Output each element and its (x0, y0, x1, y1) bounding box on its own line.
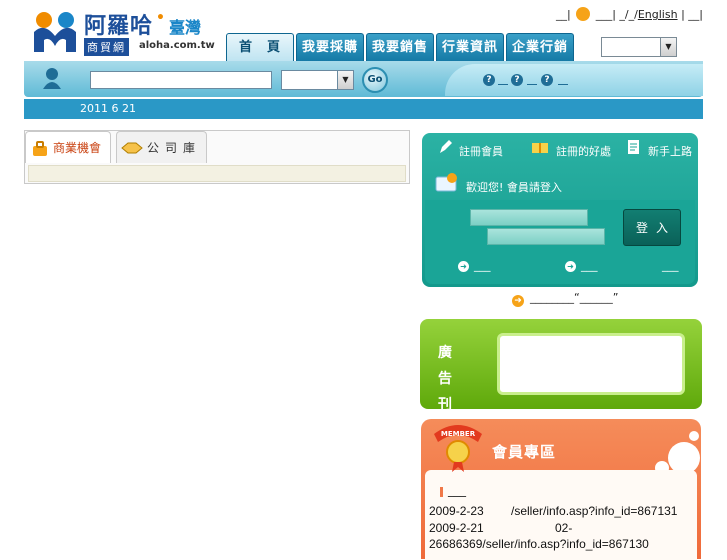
member-header-line[interactable]: ___ (448, 483, 466, 497)
help-icon[interactable]: ? (511, 74, 523, 86)
forgot-link-2[interactable]: ___ (581, 259, 598, 272)
logo-domain: aloha.com.tw (139, 40, 215, 51)
tab-company-directory-label: 公司庫 (147, 141, 202, 155)
chevron-down-icon: ▼ (337, 71, 353, 89)
register-benefits-link[interactable]: 註冊的好處 (556, 143, 611, 159)
member-row-date: 2009-2-21 (429, 521, 484, 535)
english-link[interactable]: English (638, 8, 678, 21)
tab-company-directory[interactable]: 公司庫 (116, 131, 207, 163)
forgot-link-3[interactable]: ___ (662, 259, 679, 272)
current-date: 2011 6 21 (80, 102, 136, 115)
briefcase-icon (33, 141, 47, 156)
logo-dot: • (156, 10, 165, 26)
member-row-date: 2009-2-23 (429, 504, 484, 518)
logo-region: 臺灣 (169, 18, 202, 37)
username-field[interactable] (470, 209, 588, 226)
search-input[interactable] (90, 71, 272, 89)
language-select[interactable]: ▼ (601, 37, 677, 57)
category-select[interactable]: ▼ (281, 70, 354, 90)
member-badge-text: MEMBER (441, 430, 476, 438)
login-button[interactable]: 登入 (623, 209, 681, 246)
tab-sell[interactable]: 我要銷售 (366, 33, 434, 61)
top-link-4: | (681, 8, 685, 21)
tab-business-opportunities-label: 商業機會 (53, 141, 102, 155)
go-button[interactable]: Go (362, 67, 388, 93)
user-search-icon (43, 68, 61, 89)
chevron-down-icon: ▼ (660, 38, 676, 56)
promo-link[interactable]: ➜ ________“______” (512, 291, 618, 307)
member-row-link[interactable]: /seller/info.asp?info_id=867131 (511, 504, 677, 518)
member-row-link[interactable]: 02- (555, 521, 572, 535)
forgot-link-1[interactable]: ___ (474, 259, 491, 272)
top-link-1[interactable]: __| (556, 8, 571, 21)
site-logo[interactable]: 阿羅哈 • 臺灣 商貿網 aloha.com.tw (24, 0, 226, 60)
member-row-link[interactable]: 26686369/seller/info.asp?info_id=867130 (429, 537, 649, 551)
ad-screen (497, 333, 685, 395)
arrow-right-icon: ➜ (458, 261, 469, 272)
top-link-3[interactable]: _/_/ (619, 8, 637, 21)
tab-content-area (28, 165, 406, 182)
arrow-right-icon: ➜ (565, 261, 576, 272)
logo-mark-icon (34, 12, 76, 52)
help-icon[interactable]: ? (483, 74, 495, 86)
member-area-title: 會員專區 (492, 443, 557, 461)
arrow-right-icon: ➜ (512, 295, 524, 307)
register-link[interactable]: 註冊會員 (459, 143, 503, 159)
tab-buy[interactable]: 我要採購 (296, 33, 364, 61)
gift-icon (532, 143, 548, 153)
list-marker (440, 487, 443, 497)
password-field[interactable] (487, 228, 605, 245)
help-link-line[interactable] (527, 84, 537, 85)
logo-subtitle: 商貿網 (84, 38, 129, 56)
help-icon[interactable]: ? (541, 74, 553, 86)
pen-icon (440, 140, 452, 153)
tab-home[interactable]: 首 頁 (226, 33, 294, 61)
top-link-5[interactable]: __| (688, 8, 703, 21)
top-links: __| ___| _/_/English | __| (556, 7, 703, 21)
newbie-guide-link[interactable]: 新手上路 (648, 143, 692, 159)
promo-text: ________“______” (530, 291, 619, 304)
help-link-line[interactable] (558, 84, 568, 85)
handshake-icon (121, 142, 143, 154)
tab-industry-news[interactable]: 行業資訊 (436, 33, 504, 61)
member-badge-icon: MEMBER (434, 425, 482, 472)
help-link-line[interactable] (498, 84, 508, 85)
tab-business-opportunities[interactable]: 商業機會 (25, 131, 111, 163)
top-link-2[interactable]: ___| (596, 8, 616, 21)
logo-name: 阿羅哈 (84, 13, 154, 39)
smile-icon[interactable] (576, 7, 591, 21)
member-card-icon (435, 173, 457, 192)
welcome-text: 歡迎您! 會員請登入 (466, 181, 562, 194)
document-icon (628, 140, 639, 154)
tab-marketing[interactable]: 企業行銷 (506, 33, 574, 61)
